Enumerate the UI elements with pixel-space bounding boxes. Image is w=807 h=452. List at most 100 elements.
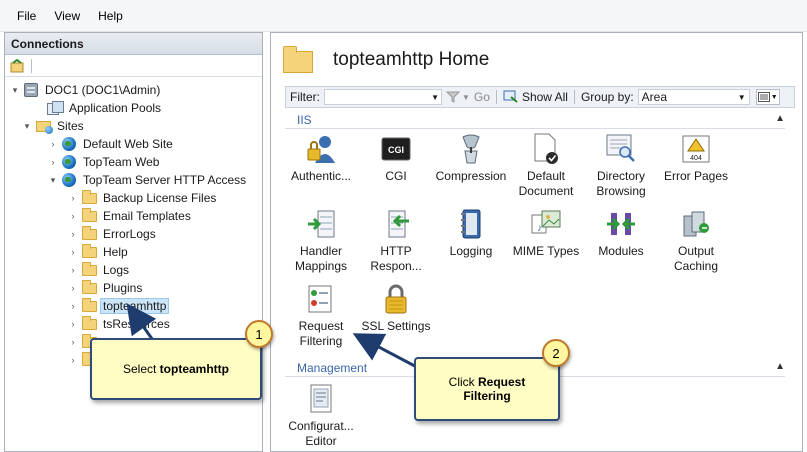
menu-help[interactable]: Help (89, 9, 132, 23)
handler-mappings-icon (305, 208, 337, 240)
expand-arrow-icon[interactable]: › (67, 319, 79, 329)
tree-node-errorlogs[interactable]: › ErrorLogs (67, 225, 159, 243)
tree-node-backup-license-files[interactable]: › Backup License Files (67, 189, 219, 207)
expand-arrow-icon[interactable]: › (67, 301, 79, 311)
feature-authentication[interactable]: Authentic... (285, 133, 357, 184)
dropdown-arrow-icon[interactable]: ▼ (431, 93, 439, 102)
feature-directory-browsing[interactable]: Directory Browsing (585, 133, 657, 199)
expand-arrow-icon[interactable]: ▾ (21, 121, 33, 132)
tree-node-topteam-server-http[interactable]: ▾ TopTeam Server HTTP Access (47, 171, 249, 189)
group-by-value: Area (641, 90, 668, 104)
feature-label: Authentic... (290, 169, 352, 183)
tree-node-logs[interactable]: › Logs (67, 261, 132, 279)
callout-step-1: Select topteamhttp (90, 338, 262, 400)
tree-node-label: Backup License Files (103, 191, 217, 205)
menu-bar: File View Help (0, 0, 807, 32)
feature-error-pages[interactable]: 404 Error Pages (660, 133, 732, 184)
authentication-icon (305, 133, 337, 165)
tree-node-server[interactable]: ▾ DOC1 (DOC1\Admin) (9, 81, 163, 99)
collapse-icon[interactable]: ▲ (775, 361, 785, 372)
tree-node-tsresources[interactable]: › tsResources (67, 315, 173, 333)
expand-arrow-icon[interactable]: › (67, 247, 79, 257)
feature-modules[interactable]: Modules (585, 208, 657, 259)
expand-arrow-icon[interactable]: › (67, 229, 79, 239)
configuration-editor-icon (305, 383, 337, 415)
expand-arrow-icon[interactable]: › (47, 157, 59, 167)
tree-node-label: TopTeam Server HTTP Access (83, 173, 247, 187)
feature-compression[interactable]: Compression (435, 133, 507, 184)
menu-view[interactable]: View (45, 9, 89, 23)
feature-label: Mappings (294, 259, 348, 273)
feature-label: Default (526, 169, 566, 183)
callout-text: Click Request Filtering (448, 375, 526, 403)
menu-file[interactable]: File (8, 9, 45, 23)
section-header-iis[interactable]: IIS ▲ (285, 113, 785, 129)
feature-request-filtering[interactable]: Request Filtering (285, 283, 357, 349)
tree-node-sites[interactable]: ▾ Sites (21, 117, 87, 135)
globe-icon (61, 154, 77, 170)
feature-handler-mappings[interactable]: Handler Mappings (285, 208, 357, 274)
filter-input[interactable]: ▼ (324, 89, 442, 105)
feature-label: CGI (385, 169, 407, 183)
feature-output-caching[interactable]: Output Caching (660, 208, 732, 274)
tree-node-topteamhttp[interactable]: › topteamhttp (67, 297, 170, 315)
connect-icon[interactable] (9, 58, 25, 74)
feature-label: Compression (435, 169, 507, 183)
toolbar-separator (31, 58, 32, 73)
error-pages-icon: 404 (680, 133, 712, 165)
feature-cgi[interactable]: CGI CGI (360, 133, 432, 184)
feature-label: HTTP (380, 244, 412, 258)
feature-label: Filtering (299, 334, 343, 348)
sites-icon (35, 118, 53, 134)
callout-text: Select topteamhttp (122, 362, 229, 376)
group-by-select[interactable]: Area ▼ (637, 89, 750, 105)
expand-arrow-icon[interactable]: › (67, 283, 79, 293)
step-badge-2: 2 (542, 339, 570, 367)
feature-label: Document (518, 184, 574, 198)
expand-arrow-icon[interactable]: › (47, 139, 59, 149)
filter-label: Filter: (290, 90, 320, 104)
feature-http-response-headers[interactable]: HTTP Respon... (360, 208, 432, 274)
collapse-icon[interactable]: ▲ (775, 113, 785, 124)
tree-node-label: Application Pools (69, 101, 162, 115)
folder-icon (81, 297, 97, 314)
feature-ssl-settings[interactable]: SSL Settings (360, 283, 432, 334)
folder-icon (81, 207, 97, 224)
expand-arrow-icon[interactable]: ▾ (9, 85, 21, 96)
expand-arrow-icon[interactable]: › (67, 211, 79, 221)
feature-label: Error Pages (663, 169, 729, 183)
tree-node-email-templates[interactable]: › Email Templates (67, 207, 194, 225)
request-filtering-icon (305, 283, 337, 315)
view-mode-button[interactable]: ▼ (755, 89, 780, 105)
feature-logging[interactable]: Logging (435, 208, 507, 259)
tree-node-plugins[interactable]: › Plugins (67, 279, 145, 297)
expand-arrow-icon[interactable]: › (67, 355, 79, 365)
dropdown-arrow-icon: ▼ (462, 92, 470, 102)
tree-node-label: DOC1 (DOC1\Admin) (45, 83, 161, 97)
feature-label: Logging (449, 244, 493, 258)
feature-configuration-editor[interactable]: Configurat... Editor (285, 383, 357, 449)
feature-label: Editor (305, 434, 337, 448)
tree-node-label: Logs (103, 263, 130, 277)
show-all-button[interactable]: Show All (499, 90, 572, 104)
feature-label: Handler (299, 244, 343, 258)
expand-arrow-icon[interactable]: › (67, 265, 79, 275)
tree-node-app-pools[interactable]: Application Pools (33, 99, 164, 117)
expand-arrow-icon[interactable]: ▾ (47, 175, 59, 186)
expand-arrow-icon[interactable]: › (67, 193, 79, 203)
group-by-label: Group by: (580, 90, 634, 104)
go-button[interactable]: ▼ Go (442, 90, 494, 104)
tree-node-topteam-web[interactable]: › TopTeam Web (47, 153, 162, 171)
modules-icon (605, 208, 637, 240)
tree-node-default-web-site[interactable]: › Default Web Site (47, 135, 176, 153)
svg-text:CGI: CGI (388, 145, 404, 155)
feature-mime-types[interactable]: ♪ MIME Types (510, 208, 582, 259)
feature-default-document[interactable]: Default Document (510, 133, 582, 199)
feature-label: Browsing (596, 184, 646, 198)
feature-label: Caching (673, 259, 719, 273)
app-pools-icon (47, 100, 64, 116)
expand-arrow-icon[interactable]: › (67, 337, 79, 347)
feature-label: Directory (596, 169, 645, 183)
filter-bar: Filter: ▼ ▼ Go Show All Group by: Area ▼… (285, 86, 795, 108)
tree-node-help[interactable]: › Help (67, 243, 131, 261)
